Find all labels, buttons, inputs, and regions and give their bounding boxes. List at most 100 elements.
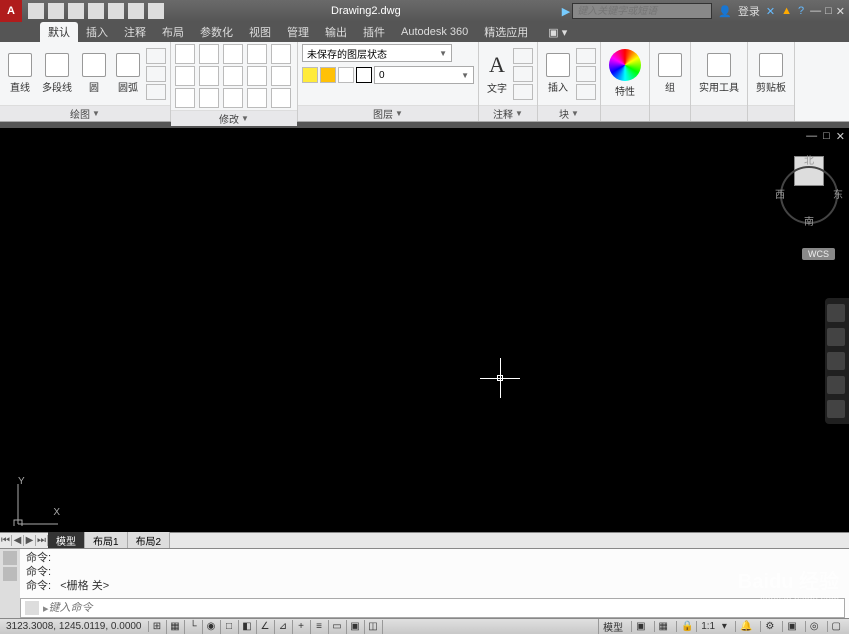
workspace-icon[interactable]: ⚙ (760, 621, 778, 632)
move-icon[interactable] (175, 44, 195, 64)
tpy-toggle-icon[interactable]: ▭ (329, 620, 347, 634)
command-input[interactable] (49, 602, 840, 614)
layout-prev-icon[interactable]: ◀ (12, 535, 24, 546)
offset-icon[interactable] (247, 88, 267, 108)
minimize-icon[interactable]: — (810, 5, 821, 18)
viewcube-east[interactable]: 东 (833, 186, 843, 201)
join-icon[interactable] (271, 88, 291, 108)
panel-layer-title[interactable]: 图层▼ (298, 105, 478, 121)
login-button[interactable]: 登录 (738, 3, 760, 19)
otrack-toggle-icon[interactable]: ∠ (257, 620, 275, 634)
group-button[interactable]: 组 (654, 51, 686, 96)
layer-color-icon[interactable] (356, 67, 372, 83)
panel-block-title[interactable]: 块▼ (538, 105, 600, 121)
command-prompt-icon[interactable] (25, 601, 39, 615)
model-space-button[interactable]: 模型 (598, 619, 627, 634)
extend-icon[interactable] (247, 44, 267, 64)
qp-toggle-icon[interactable]: ▣ (347, 620, 365, 634)
search-play-icon[interactable]: ▶ (562, 5, 570, 18)
clean-screen-icon[interactable]: ▢ (827, 621, 845, 632)
arc-button[interactable]: 圆弧 (112, 51, 144, 96)
stretch-icon[interactable] (175, 88, 195, 108)
viewcube-west[interactable]: 西 (775, 186, 785, 201)
snap-toggle-icon[interactable]: ⊞ (149, 620, 167, 634)
wcs-label[interactable]: WCS (802, 248, 835, 260)
quickview-layouts-icon[interactable]: ▦ (654, 621, 672, 632)
tab-parametric[interactable]: 参数化 (192, 22, 241, 42)
help-icon[interactable]: ? (798, 5, 804, 17)
layer-state-dropdown[interactable]: 未保存的图层状态▼ (302, 44, 452, 62)
mirror-icon[interactable] (199, 66, 219, 86)
orbit-icon[interactable] (827, 376, 845, 394)
autodesk-icon[interactable]: ▲ (781, 5, 792, 17)
draw-tool-icon[interactable] (146, 48, 166, 64)
tab-plugins[interactable]: 插件 (355, 22, 393, 42)
erase-icon[interactable] (271, 44, 291, 64)
tab-a360[interactable]: Autodesk 360 (393, 24, 476, 40)
scale-icon[interactable] (199, 88, 219, 108)
explode-icon[interactable] (271, 66, 291, 86)
clipboard-button[interactable]: 剪贴板 (752, 51, 790, 96)
block-attr-icon[interactable] (576, 84, 596, 100)
polar-toggle-icon[interactable]: ◉ (203, 620, 221, 634)
showmotion-icon[interactable] (827, 400, 845, 418)
open-icon[interactable] (48, 3, 64, 19)
circle-button[interactable]: 圆 (78, 51, 110, 96)
tab-output[interactable]: 输出 (317, 22, 355, 42)
layout-first-icon[interactable]: ⏮ (0, 535, 12, 546)
utilities-button[interactable]: 实用工具 (695, 51, 743, 96)
chamfer-icon[interactable] (247, 66, 267, 86)
draw-tool-icon[interactable] (146, 66, 166, 82)
maximize-icon[interactable]: □ (825, 5, 832, 18)
redo-icon[interactable] (148, 3, 164, 19)
pan-icon[interactable] (827, 328, 845, 346)
saveas-icon[interactable] (88, 3, 104, 19)
osnap-toggle-icon[interactable]: □ (221, 620, 239, 634)
annovisibility-icon[interactable]: 🔔 (735, 621, 756, 632)
viewport-minimize-icon[interactable]: — (806, 130, 817, 143)
edit-block-icon[interactable] (576, 66, 596, 82)
fillet-icon[interactable] (223, 66, 243, 86)
panel-modify-title[interactable]: 修改▼ (171, 110, 297, 126)
print-icon[interactable] (108, 3, 124, 19)
viewport-close-icon[interactable]: ✕ (836, 130, 845, 143)
undo-icon[interactable] (128, 3, 144, 19)
layer-lock-icon[interactable] (338, 67, 354, 83)
tab-insert[interactable]: 插入 (78, 22, 116, 42)
signin-icon[interactable]: 👤 (718, 5, 732, 18)
3dosnap-toggle-icon[interactable]: ◧ (239, 620, 257, 634)
insert-block-button[interactable]: 插入 (542, 51, 574, 96)
nav-wheel-icon[interactable] (827, 304, 845, 322)
cmd-opts-icon[interactable] (3, 567, 17, 581)
polyline-button[interactable]: 多段线 (38, 51, 76, 96)
layout-last-icon[interactable]: ⏭ (36, 535, 48, 546)
layout-next-icon[interactable]: ▶ (24, 535, 36, 546)
quickview-icon[interactable]: ▣ (631, 621, 649, 632)
panel-draw-title[interactable]: 绘图▼ (0, 105, 170, 121)
line-button[interactable]: 直线 (4, 51, 36, 96)
tab-annotate[interactable]: 注释 (116, 22, 154, 42)
tab-layout2[interactable]: 布局2 (128, 532, 171, 549)
text-button[interactable]: A文字 (483, 50, 511, 97)
lwt-toggle-icon[interactable]: ≡ (311, 620, 329, 634)
new-icon[interactable] (28, 3, 44, 19)
tab-manage[interactable]: 管理 (279, 22, 317, 42)
viewcube-north[interactable]: 北 (804, 152, 814, 167)
exchange-icon[interactable]: ✕ (766, 5, 775, 18)
cmd-close-icon[interactable] (3, 551, 17, 565)
tab-expand-icon[interactable]: ▣ ▾ (540, 24, 575, 41)
tab-layout[interactable]: 布局 (154, 22, 192, 42)
tab-view[interactable]: 视图 (241, 22, 279, 42)
tab-default[interactable]: 默认 (40, 22, 78, 42)
layer-dropdown[interactable]: 0▼ (374, 66, 474, 84)
isolate-icon[interactable]: ◎ (805, 621, 823, 632)
zoom-icon[interactable] (827, 352, 845, 370)
table-icon[interactable] (513, 84, 533, 100)
viewcube-south[interactable]: 南 (804, 213, 814, 228)
ortho-toggle-icon[interactable]: └ (185, 620, 203, 634)
trim-icon[interactable] (223, 44, 243, 64)
help-search-input[interactable] (572, 3, 712, 19)
viewcube[interactable]: 北 西 东 南 (779, 152, 839, 242)
app-logo-icon[interactable]: A (0, 0, 22, 22)
layer-on-icon[interactable] (302, 67, 318, 83)
